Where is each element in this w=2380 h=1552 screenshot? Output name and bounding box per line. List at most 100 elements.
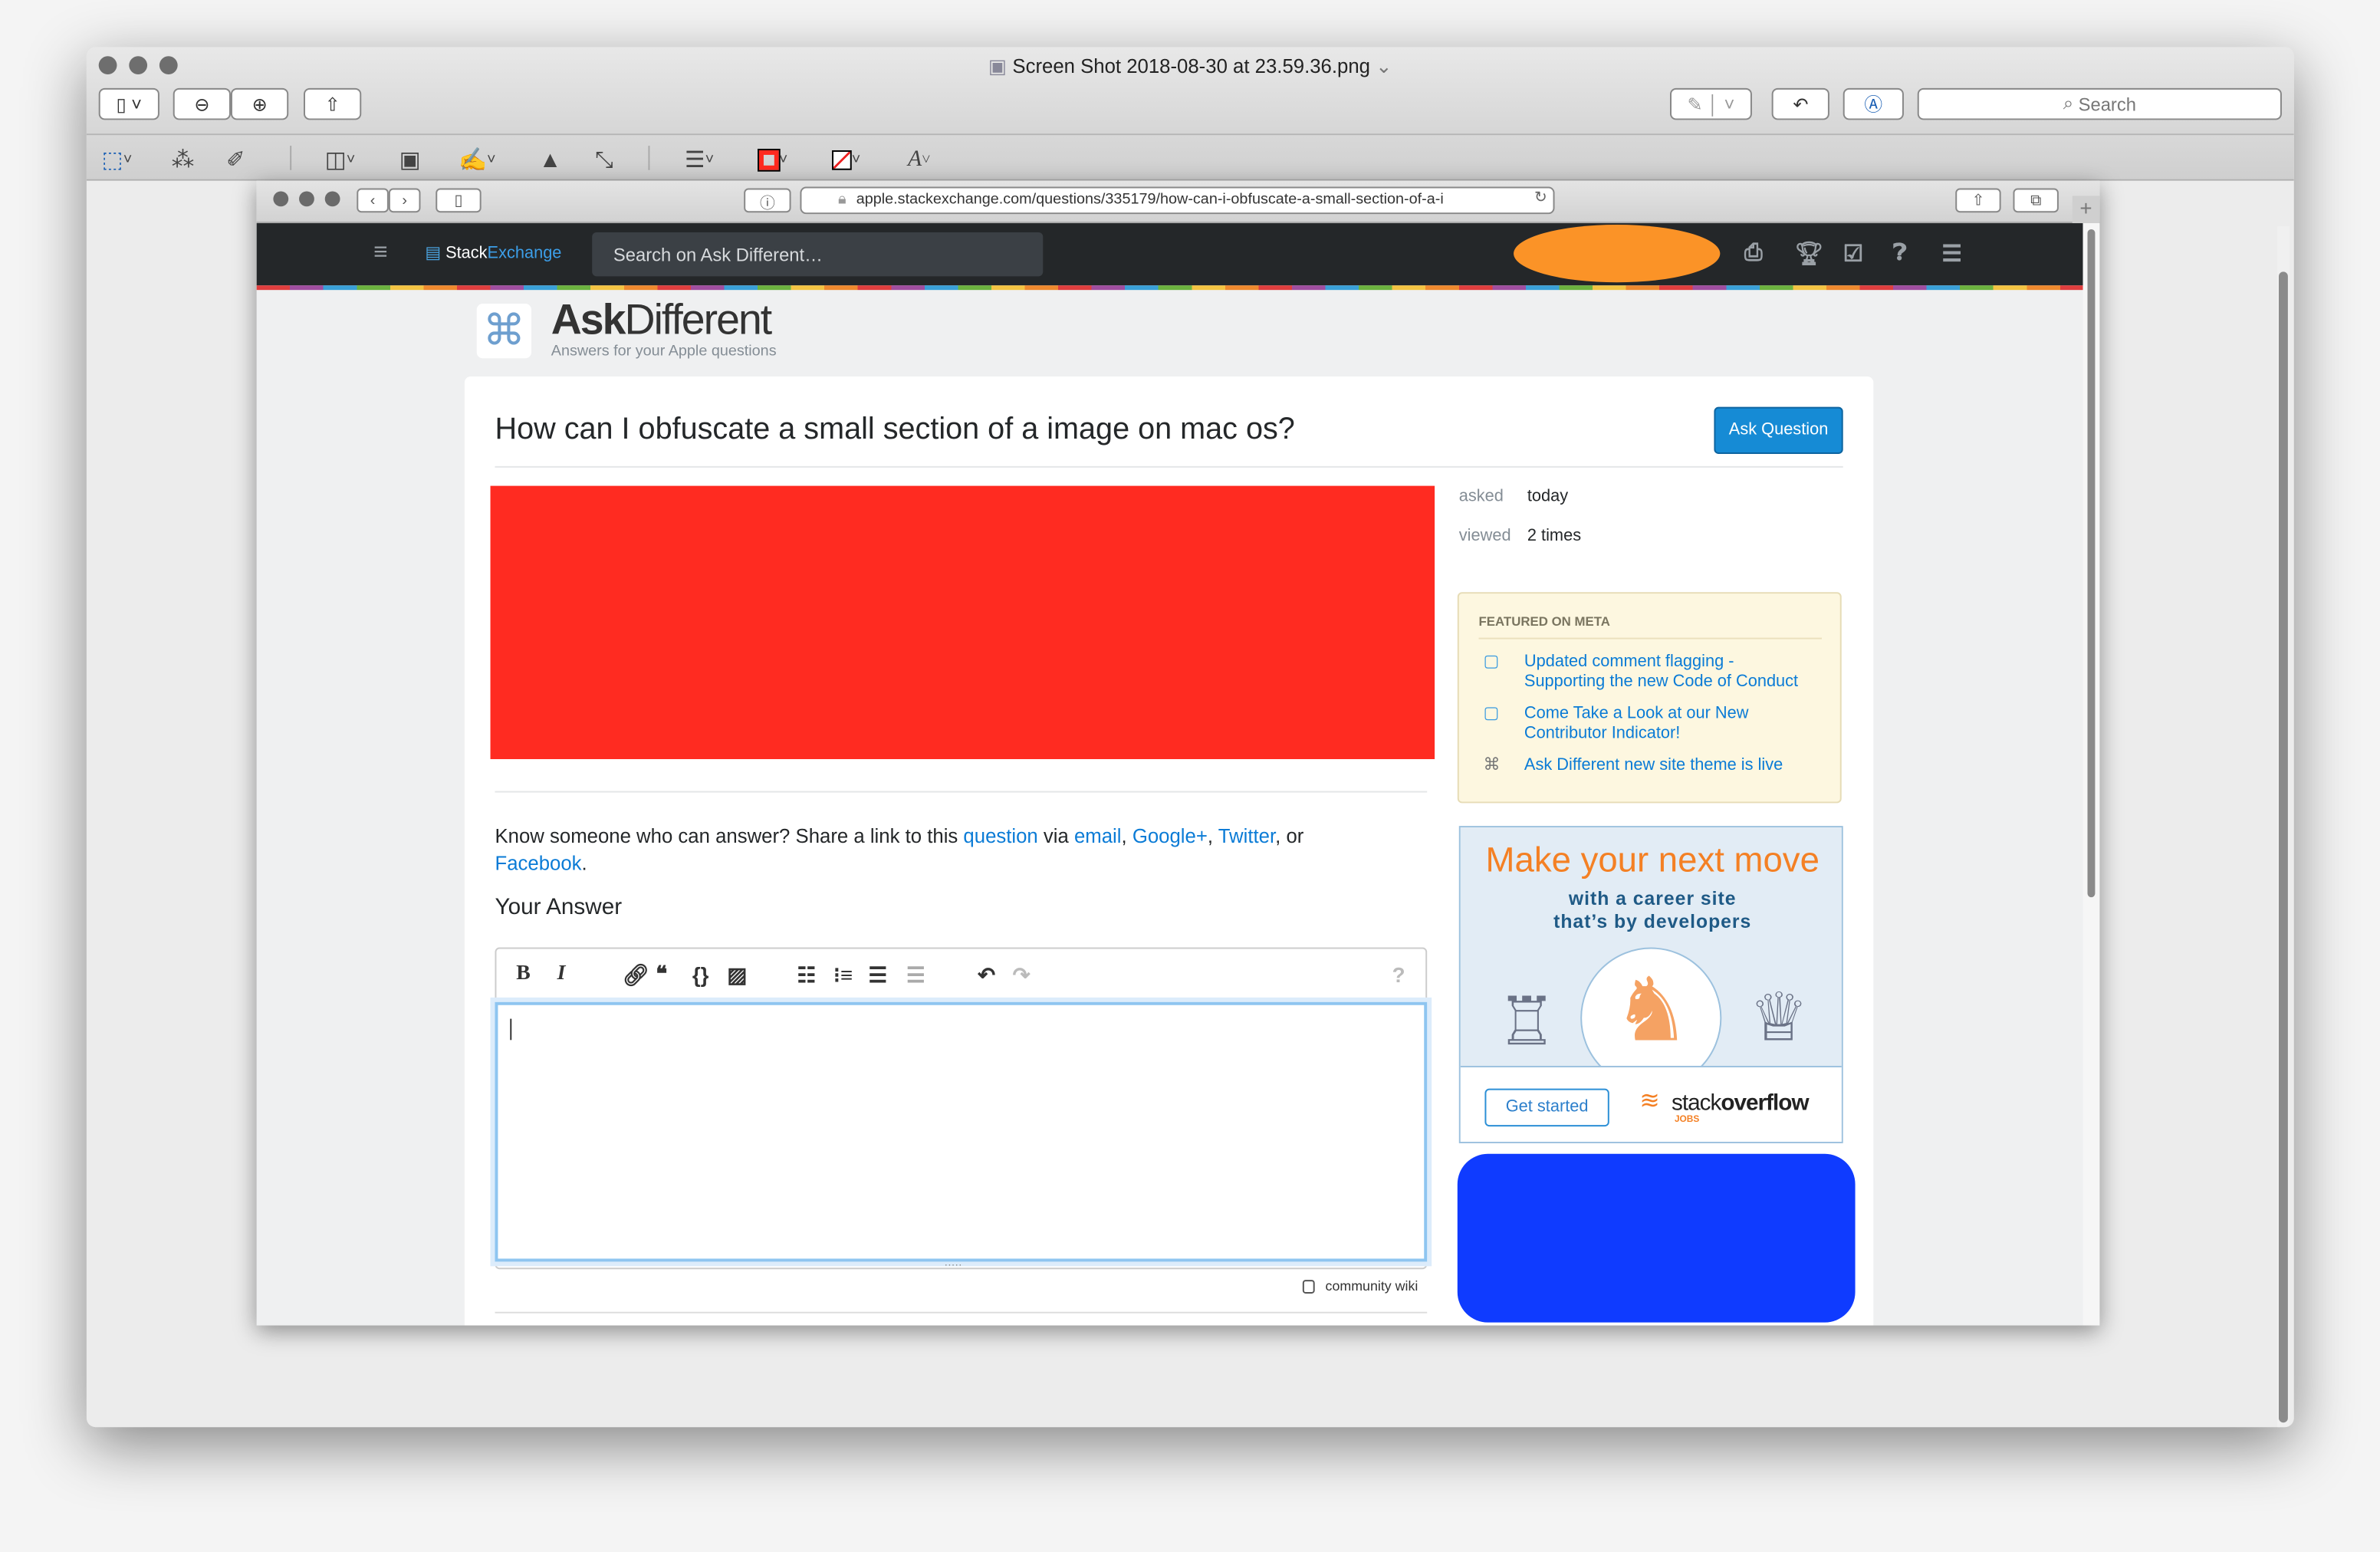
sidebar-button[interactable]: ▯ ˅: [98, 87, 159, 120]
featured-item[interactable]: ▢ Updated comment flagging - Supporting t…: [1483, 653, 1813, 692]
shapes-icon[interactable]: ◫ ˅: [325, 146, 356, 173]
fill-color-icon[interactable]: ˅: [832, 146, 860, 173]
adjust-size-icon[interactable]: ⤡: [595, 146, 613, 173]
share-button[interactable]: ⇧: [304, 87, 362, 120]
site-search: Search on Ask Different…: [592, 232, 1044, 277]
featured-item[interactable]: ⌘ Ask Different new site theme is live: [1483, 756, 1813, 776]
ask-different-logo-icon: ⌘: [476, 304, 531, 359]
asked-value: today: [1527, 487, 1569, 506]
your-answer-heading: Your Answer: [495, 894, 623, 920]
asked-label: asked: [1458, 487, 1504, 506]
preview-scrollbar-thumb[interactable]: [2278, 271, 2288, 1423]
help-icon[interactable]: ?: [1392, 962, 1405, 987]
highlight-icon: ✎ │ ˅: [1687, 93, 1735, 115]
divider: [495, 465, 1843, 468]
title-bar: ▣ Screen Shot 2018-08-30 at 23.59.36.png…: [86, 47, 2294, 134]
highlight-button[interactable]: ✎ │ ˅: [1670, 87, 1752, 120]
window-title[interactable]: ▣ Screen Shot 2018-08-30 at 23.59.36.png…: [87, 54, 2294, 79]
redo-icon[interactable]: ↷: [1013, 962, 1031, 988]
share-prompt: Know someone who can answer? Share a lin…: [495, 824, 1304, 875]
chess-knight-icon: ♞: [1612, 961, 1691, 1060]
sidebar-redaction: [1457, 1153, 1856, 1323]
bold-icon[interactable]: B: [516, 962, 531, 987]
site-switcher-icon: ☰: [1941, 241, 1963, 268]
stack-overflow-logo-icon: ≋: [1639, 1088, 1660, 1115]
preview-scrollbar[interactable]: [2277, 226, 2290, 1428]
markup-button[interactable]: Ⓐ: [1843, 87, 1904, 120]
search-icon: ⌕: [2063, 92, 2079, 114]
reload-icon: ↻: [1534, 189, 1547, 207]
review-icon: ☑: [1843, 241, 1864, 268]
new-tab-icon: +: [2072, 196, 2100, 224]
search-field[interactable]: ⌕ Search: [1917, 87, 2282, 120]
numbered-list-icon[interactable]: ☷: [797, 962, 817, 988]
resize-grip[interactable]: ·····: [945, 1260, 962, 1271]
bulleted-list-icon[interactable]: ⁝≡: [833, 962, 853, 988]
text-icon[interactable]: ▣: [399, 146, 421, 173]
sidebar-icon: ▯: [436, 188, 482, 213]
undo-icon[interactable]: ↶: [978, 962, 995, 988]
lock-icon: 🔒︎: [837, 191, 846, 209]
adjust-color-icon[interactable]: ▲: [539, 146, 561, 173]
ad-headline: Make your next move: [1485, 839, 1820, 880]
sidebar-icon: ▯ ˅: [116, 93, 143, 115]
back-icon: ‹: [357, 188, 389, 213]
email-link[interactable]: email: [1074, 824, 1122, 847]
divider: [1478, 637, 1822, 640]
sign-icon[interactable]: ✍ ˅: [459, 146, 496, 173]
divider: [495, 1311, 1428, 1314]
heading-icon[interactable]: ☰: [869, 962, 888, 988]
horizontal-rule-icon[interactable]: ☰: [906, 962, 925, 988]
rect-select-icon[interactable]: ⬚ ˅: [102, 146, 133, 173]
tabs-icon: ⧉: [2013, 188, 2059, 213]
stackexchange-logo: ▤ StackExchange: [425, 244, 562, 263]
ask-different-icon: ⌘: [1483, 756, 1501, 774]
site-tagline: Answers for your Apple questions: [551, 343, 777, 360]
viewed-value: 2 times: [1527, 527, 1582, 545]
get-started-button[interactable]: Get started: [1484, 1088, 1609, 1127]
answer-editor: B I 🔗︎ ❝ {} ▨ ☷ ⁝≡ ☰ ☰ ↶ ↷ ? ·····: [495, 947, 1428, 1271]
chess-rook-icon: ♖: [1497, 985, 1557, 1060]
code-icon[interactable]: {}: [692, 962, 709, 987]
ask-question-button[interactable]: Ask Question: [1714, 406, 1843, 455]
rotate-icon: ↶: [1793, 93, 1809, 115]
featured-item[interactable]: ▢ Come Take a Look at our New Contributor…: [1483, 705, 1783, 744]
address-bar: 🔒︎ apple.stackexchange.com/questions/3351…: [800, 186, 1555, 215]
italic-icon[interactable]: I: [557, 962, 566, 987]
rotate-button[interactable]: ↶: [1771, 87, 1829, 120]
ad-subline-1: with a career site: [1568, 888, 1737, 910]
question-body-redaction: [490, 485, 1435, 759]
markup-icon: Ⓐ: [1864, 94, 1883, 116]
inbox-icon: ⎙: [1744, 239, 1763, 266]
answer-textarea[interactable]: [495, 1001, 1428, 1262]
site-name: AskDifferent: [551, 296, 772, 344]
zoom-out-button[interactable]: ⊖: [173, 87, 231, 120]
blockquote-icon[interactable]: ❝: [656, 962, 667, 988]
chevron-down-icon: ⌄: [1369, 54, 1392, 77]
zoom-in-button[interactable]: ⊕: [230, 87, 289, 120]
shape-style-icon[interactable]: ☰ ˅: [685, 146, 714, 173]
image-icon[interactable]: ▨: [727, 962, 747, 988]
link-icon[interactable]: 🔗︎: [623, 962, 649, 988]
border-color-icon[interactable]: ˅: [758, 146, 787, 173]
instant-alpha-icon[interactable]: ⁂: [172, 146, 195, 173]
stack-overflow-logo: stackoverflow: [1671, 1090, 1810, 1116]
community-wiki-checkbox[interactable]: [1302, 1280, 1315, 1294]
forward-icon: ›: [388, 188, 421, 213]
text-style-icon[interactable]: A ˅: [908, 146, 930, 173]
jobs-ad[interactable]: Make your next move with a career site t…: [1458, 826, 1843, 1143]
password-icon: ⓘ: [744, 188, 791, 213]
facebook-link[interactable]: Facebook: [495, 852, 581, 875]
zoom-out-icon: ⊖: [194, 93, 210, 115]
question-title[interactable]: How can I obfuscate a small section of a…: [495, 413, 1294, 449]
trophy-icon: 🏆︎: [1794, 241, 1824, 268]
twitter-link[interactable]: Twitter: [1218, 824, 1275, 847]
user-redaction: [1514, 225, 1721, 283]
google-plus-link[interactable]: Google+: [1132, 824, 1208, 847]
divider: [495, 791, 1428, 793]
scrollbar-thumb: [2087, 229, 2096, 898]
question-link[interactable]: question: [963, 824, 1037, 847]
ad-subline-2: that’s by developers: [1553, 911, 1752, 932]
sketch-icon[interactable]: ✐: [226, 146, 245, 173]
document-icon: ▣: [988, 54, 1013, 77]
